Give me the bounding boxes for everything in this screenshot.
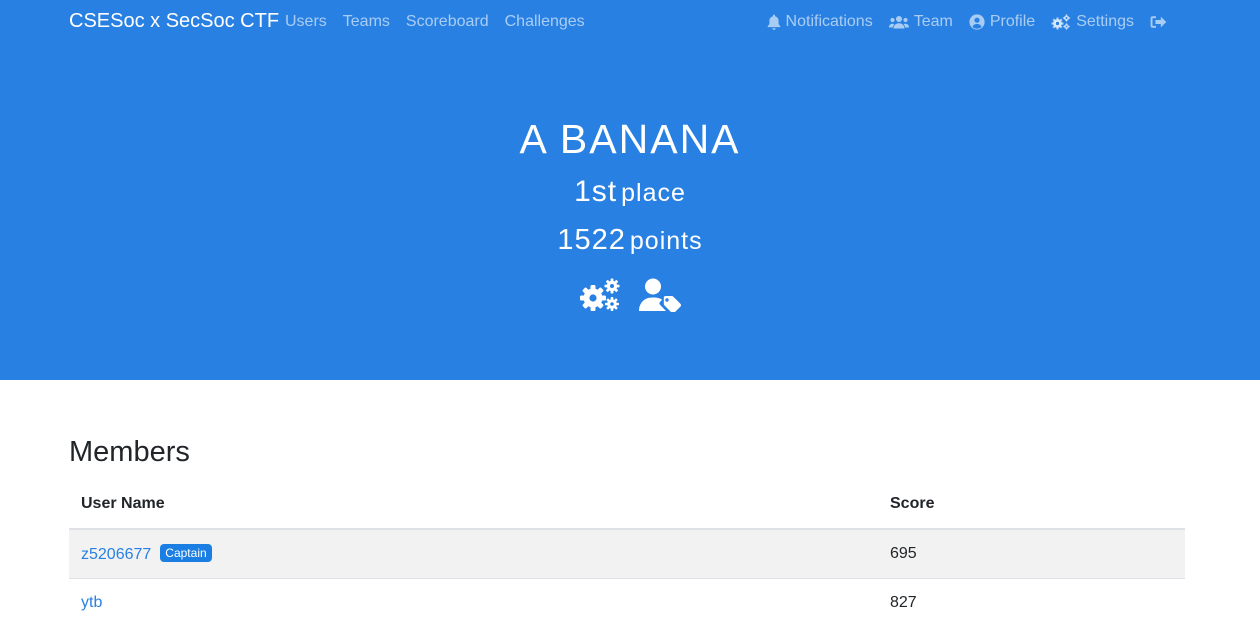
- nav-logout[interactable]: [1150, 15, 1172, 29]
- navbar: CSESoc x SecSoc CTF Users Teams Scoreboa…: [0, 0, 1260, 44]
- members-title: Members: [69, 433, 190, 471]
- member-score: 695: [878, 529, 1185, 579]
- table-row: z5206677 Captain 695: [69, 529, 1185, 579]
- team-captain-button[interactable]: [639, 278, 681, 317]
- table-row: ytb 827: [69, 579, 1185, 627]
- nav-profile-label: Profile: [990, 12, 1035, 32]
- team-header: CSESoc x SecSoc CTF Users Teams Scoreboa…: [0, 0, 1260, 380]
- nav-team-label: Team: [914, 12, 953, 32]
- member-name-cell: ytb: [69, 579, 878, 627]
- cogs-icon: [1051, 14, 1071, 30]
- captain-badge: Captain: [160, 544, 211, 562]
- member-link[interactable]: ytb: [81, 594, 102, 611]
- brand-link[interactable]: CSESoc x SecSoc CTF: [69, 9, 279, 33]
- table-header-row: User Name Score: [69, 480, 1185, 529]
- team-actions: [0, 278, 1260, 317]
- member-score: 827: [878, 579, 1185, 627]
- team-points-number: 1522: [557, 224, 626, 256]
- nav-notifications-label: Notifications: [786, 12, 873, 32]
- column-header-username: User Name: [69, 480, 878, 529]
- nav-users[interactable]: Users: [285, 12, 327, 32]
- team-name: A BANANA: [0, 114, 1260, 164]
- user-circle-icon: [969, 14, 985, 30]
- nav-settings-label: Settings: [1076, 12, 1134, 32]
- team-place-word: place: [621, 179, 686, 207]
- team-place-number: 1st: [574, 175, 617, 208]
- column-header-score: Score: [878, 480, 1185, 529]
- nav-profile[interactable]: Profile: [969, 12, 1035, 32]
- nav-challenges[interactable]: Challenges: [505, 12, 585, 32]
- members-table: User Name Score z5206677 Captain 695 ytb …: [69, 480, 1185, 627]
- sign-out-icon: [1150, 15, 1167, 29]
- team-place: 1stplace: [0, 172, 1260, 217]
- team-settings-button[interactable]: [579, 278, 621, 317]
- users-icon: [889, 15, 909, 29]
- nav-team[interactable]: Team: [889, 12, 953, 32]
- cogs-icon: [579, 278, 621, 312]
- user-tag-icon: [639, 278, 681, 312]
- bell-icon: [767, 14, 781, 30]
- nav-settings[interactable]: Settings: [1051, 12, 1134, 32]
- nav-notifications[interactable]: Notifications: [767, 12, 873, 32]
- nav-left: Users Teams Scoreboard Challenges: [285, 12, 601, 32]
- nav-scoreboard[interactable]: Scoreboard: [406, 12, 489, 32]
- team-points: 1522points: [0, 220, 1260, 265]
- member-name-cell: z5206677 Captain: [69, 529, 878, 579]
- team-points-word: points: [630, 227, 703, 255]
- nav-teams[interactable]: Teams: [343, 12, 390, 32]
- member-link[interactable]: z5206677: [81, 546, 151, 563]
- nav-right: Notifications Team: [751, 12, 1172, 32]
